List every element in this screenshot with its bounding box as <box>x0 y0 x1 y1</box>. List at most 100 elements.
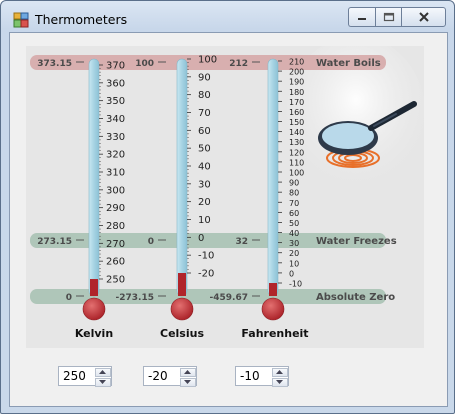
fahrenheit-mercury-column <box>269 283 277 296</box>
fahrenheit-title: Fahrenheit <box>241 327 308 340</box>
fahrenheit-tick-label: 0 <box>289 269 294 278</box>
client-area: 373.15 100 212 273.15 0 32 0 -273.15 -45… <box>9 32 448 407</box>
kelvin-tick-label: 280 <box>106 221 125 232</box>
arrow-down-icon <box>99 380 106 384</box>
boils-fahrenheit-label: 212 <box>229 59 248 69</box>
kelvin-tick-label: 340 <box>106 114 125 125</box>
kelvin-tube <box>88 58 100 297</box>
celsius-tick-label: 70 <box>198 108 211 119</box>
celsius-tick-label: 100 <box>198 55 217 66</box>
fahrenheit-tick-label: 210 <box>289 58 304 67</box>
fahrenheit-tick-label: 100 <box>289 169 304 178</box>
absolute-kelvin-label: 0 <box>66 293 72 303</box>
kelvin-title: Kelvin <box>75 327 113 340</box>
fahrenheit-tick-label: 120 <box>289 148 304 157</box>
kelvin-tick-label: 370 <box>106 61 125 72</box>
celsius-increment-button[interactable] <box>180 368 196 377</box>
freezes-celsius-label: 0 <box>148 237 154 247</box>
kelvin-tick-label: 350 <box>106 96 125 107</box>
kelvin-input-value: 250 <box>63 369 86 383</box>
celsius-numeric-input[interactable]: -20 <box>143 366 197 387</box>
arrow-up-icon <box>276 370 283 374</box>
maximize-icon <box>383 12 394 22</box>
fahrenheit-tick-label: 30 <box>289 239 299 248</box>
fahrenheit-tick-label: 10 <box>289 259 299 268</box>
fahrenheit-tick-label: 160 <box>289 108 304 117</box>
minimize-button[interactable] <box>348 7 375 27</box>
close-icon <box>418 12 429 22</box>
celsius-tube <box>176 58 188 297</box>
celsius-tick-label: 90 <box>198 72 211 83</box>
window-title: Thermometers <box>35 12 128 27</box>
fahrenheit-tick-label: 140 <box>289 128 304 137</box>
kelvin-tick-label: 270 <box>106 239 125 250</box>
kelvin-tick-label: 290 <box>106 203 125 214</box>
celsius-tick-label: 40 <box>198 162 211 173</box>
fahrenheit-tick-label: 50 <box>289 219 299 228</box>
celsius-title: Celsius <box>160 327 204 340</box>
fahrenheit-tick-label: 70 <box>289 199 299 208</box>
kelvin-decrement-button[interactable] <box>95 378 111 387</box>
celsius-tick-label: 30 <box>198 179 211 190</box>
celsius-decrement-button[interactable] <box>180 378 196 387</box>
fahrenheit-tick-label: 110 <box>289 158 304 167</box>
absolute-fahrenheit-label: -459.67 <box>210 293 248 303</box>
arrow-down-icon <box>184 380 191 384</box>
celsius-tick-label: 10 <box>198 215 211 226</box>
close-button[interactable] <box>401 7 446 27</box>
kelvin-tick-label: 330 <box>106 132 125 143</box>
fahrenheit-tick-label: 150 <box>289 118 304 127</box>
fahrenheit-tick-label: 130 <box>289 138 304 147</box>
celsius-tick-label: -20 <box>198 269 214 280</box>
fahrenheit-bulb <box>261 297 285 321</box>
freezes-fahrenheit-label: 32 <box>235 237 248 247</box>
thermometer-scene: 373.15 100 212 273.15 0 32 0 -273.15 -45… <box>26 46 424 348</box>
app-window: Thermometers 373.15 100 212 273.15 0 32 … <box>0 0 455 414</box>
fahrenheit-tick-label: 170 <box>289 98 304 107</box>
kelvin-tick-label: 250 <box>106 275 125 286</box>
kelvin-increment-button[interactable] <box>95 368 111 377</box>
maximize-button[interactable] <box>375 7 401 27</box>
absolute-celsius-label: -273.15 <box>116 293 154 303</box>
water-freezes-label: Water Freezes <box>316 236 397 247</box>
kelvin-mercury-column <box>90 279 98 296</box>
thermometer-canvas: 373.15 100 212 273.15 0 32 0 -273.15 -45… <box>30 46 424 340</box>
fahrenheit-tick-label: 200 <box>289 68 304 77</box>
kelvin-numeric-input[interactable]: 250 <box>58 366 112 387</box>
celsius-bulb <box>170 297 194 321</box>
fahrenheit-numeric-input[interactable]: -10 <box>235 366 289 387</box>
celsius-mercury-column <box>178 273 186 296</box>
kelvin-bulb <box>82 297 106 321</box>
boils-kelvin-label: 373.15 <box>37 59 72 69</box>
thermometer-app-icon <box>13 12 29 28</box>
fahrenheit-tick-label: -10 <box>289 280 302 289</box>
freezes-kelvin-label: 273.15 <box>37 237 72 247</box>
celsius-input-value: -20 <box>148 369 168 383</box>
fahrenheit-tick-label: 90 <box>289 179 299 188</box>
arrow-up-icon <box>184 370 191 374</box>
minimize-icon <box>358 18 366 20</box>
fahrenheit-input-value: -10 <box>240 369 260 383</box>
fahrenheit-tick-label: 60 <box>289 209 299 218</box>
fahrenheit-increment-button[interactable] <box>272 368 288 377</box>
absolute-zero-label: Absolute Zero <box>316 292 395 303</box>
kelvin-tick-label: 360 <box>106 78 125 89</box>
fahrenheit-tick-label: 180 <box>289 88 304 97</box>
fahrenheit-tick-label: 20 <box>289 249 299 258</box>
kelvin-tick-label: 300 <box>106 185 125 196</box>
celsius-tick-label: 50 <box>198 144 211 155</box>
water-boils-label: Water Boils <box>316 58 381 69</box>
fahrenheit-tube <box>267 58 279 297</box>
arrow-up-icon <box>99 370 106 374</box>
celsius-tick-label: 80 <box>198 90 211 101</box>
fahrenheit-decrement-button[interactable] <box>272 378 288 387</box>
boils-celsius-label: 100 <box>135 59 154 69</box>
kelvin-tick-label: 310 <box>106 168 125 179</box>
celsius-tick-label: 60 <box>198 126 211 137</box>
fahrenheit-tick-label: 80 <box>289 189 299 198</box>
fahrenheit-tick-label: 190 <box>289 78 304 87</box>
title-bar[interactable]: Thermometers <box>1 1 454 34</box>
kelvin-tick-label: 320 <box>106 150 125 161</box>
fahrenheit-tick-label: 40 <box>289 229 299 238</box>
celsius-tick-label: -10 <box>198 251 214 262</box>
